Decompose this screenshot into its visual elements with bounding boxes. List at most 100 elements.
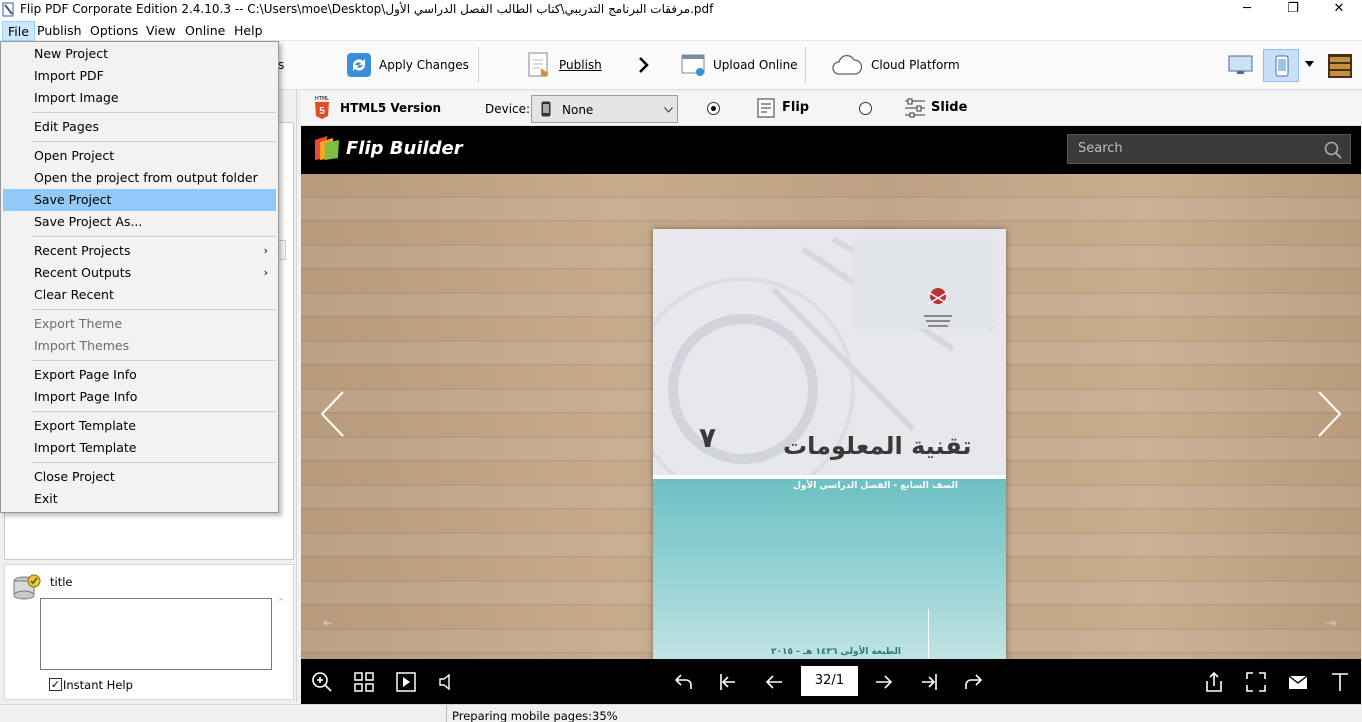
- fullscreen-icon[interactable]: [1245, 671, 1267, 693]
- device-label: Device:: [485, 102, 531, 116]
- menu-separator: [32, 309, 276, 310]
- flip-radio[interactable]: [707, 102, 720, 115]
- menu-item-export-theme: Export Theme: [3, 313, 276, 335]
- upload-online-label: Upload Online: [713, 58, 798, 72]
- menu-publish[interactable]: Publish: [32, 21, 87, 41]
- apply-changes-button[interactable]: Apply Changes: [347, 50, 469, 80]
- menu-item-label: Import Template: [34, 440, 137, 455]
- html5-bar: HTML 5 HTML5 Version Device: None Flip S…: [301, 92, 1362, 126]
- help-title: title: [50, 575, 73, 589]
- thumbnails-icon[interactable]: [353, 671, 375, 693]
- menu-item-save-project[interactable]: Save Project: [3, 189, 276, 211]
- search-icon[interactable]: [1324, 141, 1342, 159]
- instant-help-checkbox[interactable]: ✓: [49, 678, 62, 691]
- autoplay-icon[interactable]: [395, 671, 417, 693]
- status-bar: Preparing mobile pages:35%: [0, 704, 1362, 722]
- menu-online[interactable]: Online: [180, 21, 230, 41]
- page-number-input[interactable]: 32/1: [801, 666, 858, 696]
- menu-item-export-template[interactable]: Export Template: [3, 415, 276, 437]
- cloud-platform-button[interactable]: Cloud Platform: [831, 50, 960, 80]
- menu-item-label: Import Image: [34, 90, 119, 105]
- undo-icon[interactable]: [673, 671, 695, 693]
- phone-icon: [1275, 55, 1289, 77]
- next-page-icon[interactable]: [873, 671, 895, 693]
- menu-item-label: Open the project from output folder: [34, 170, 258, 185]
- slide-radio[interactable]: [859, 102, 872, 115]
- menu-item-edit-pages[interactable]: Edit Pages: [3, 116, 276, 138]
- menu-separator: [32, 236, 276, 237]
- menu-file[interactable]: File: [2, 21, 35, 41]
- book-stage: ⇤ ⇥ ٧ تقنية المعلومات الصف السابع - الفص…: [301, 174, 1361, 696]
- cloud-platform-label: Cloud Platform: [871, 58, 960, 72]
- menu-separator: [32, 462, 276, 463]
- last-page-icon[interactable]: [918, 671, 940, 693]
- maximize-button[interactable]: ❐: [1270, 0, 1316, 20]
- desktop-view-icon[interactable]: [1228, 54, 1253, 76]
- help-textarea[interactable]: [40, 598, 272, 670]
- next-page-arrow-icon[interactable]: [1315, 390, 1343, 438]
- upload-online-button[interactable]: Upload Online: [681, 50, 798, 80]
- mobile-view-toggle[interactable]: [1263, 49, 1299, 82]
- menu-item-label: Open Project: [34, 148, 115, 163]
- menu-help[interactable]: Help: [229, 21, 268, 41]
- menu-item-exit[interactable]: Exit: [3, 488, 276, 510]
- menu-item-recent-projects[interactable]: Recent Projects ›: [3, 240, 276, 262]
- menu-item-close-project[interactable]: Close Project: [3, 466, 276, 488]
- instant-help-label: Instant Help: [63, 678, 133, 692]
- last-page-hint-icon: ⇥: [1326, 616, 1337, 630]
- minimize-button[interactable]: ─: [1224, 0, 1270, 20]
- menu-item-new-project[interactable]: New Project: [3, 43, 276, 65]
- publish-button[interactable]: Publish: [527, 50, 602, 80]
- redo-icon[interactable]: [962, 671, 984, 693]
- menu-options[interactable]: Options: [85, 21, 143, 41]
- chevron-right-icon: [639, 57, 649, 73]
- menu-item-save-project-as[interactable]: Save Project As...: [3, 211, 276, 233]
- menu-separator: [32, 112, 276, 113]
- device-select[interactable]: None: [531, 95, 678, 123]
- share-icon[interactable]: [1203, 671, 1225, 693]
- cover-subtitle: الصف السابع - الفصل الدراسي الأول: [793, 481, 958, 491]
- menu-view[interactable]: View: [141, 21, 181, 41]
- settings-field-edge[interactable]: [278, 240, 286, 260]
- menu-item-import-page-info[interactable]: Import Page Info: [3, 386, 276, 408]
- menu-item-open-project[interactable]: Open Project: [3, 145, 276, 167]
- viewer-search-box[interactable]: Search: [1067, 134, 1351, 164]
- html5-icon: 5: [315, 102, 329, 119]
- menu-bar: File Publish Options View Online Help: [0, 20, 1362, 41]
- sound-icon[interactable]: [437, 671, 459, 693]
- publish-icon: [528, 52, 549, 77]
- bookcase-icon[interactable]: [1328, 54, 1352, 78]
- menu-item-label: Save Project: [34, 192, 112, 207]
- menu-item-open-the-project-from-output-folder[interactable]: Open the project from output folder: [3, 167, 276, 189]
- previous-page-icon[interactable]: [763, 671, 785, 693]
- menu-item-label: Edit Pages: [34, 119, 99, 134]
- dropdown-arrow-icon[interactable]: [1305, 61, 1314, 67]
- menu-item-clear-recent[interactable]: Clear Recent: [3, 284, 276, 306]
- submenu-arrow-icon: ›: [263, 266, 268, 279]
- cloud-icon: [832, 54, 863, 75]
- help-scrollbar[interactable]: ⌃: [274, 598, 288, 670]
- zoom-in-icon[interactable]: [311, 671, 333, 693]
- prev-page-arrow-icon[interactable]: [319, 390, 347, 438]
- menu-item-export-page-info[interactable]: Export Page Info: [3, 364, 276, 386]
- close-button[interactable]: ✕: [1316, 0, 1362, 20]
- first-page-icon[interactable]: [717, 671, 739, 693]
- book-cover[interactable]: ٧ تقنية المعلومات الصف السابع - الفصل ال…: [653, 229, 1006, 696]
- menu-item-recent-outputs[interactable]: Recent Outputs ›: [3, 262, 276, 284]
- search-placeholder: Search: [1078, 141, 1123, 156]
- menu-item-import-pdf[interactable]: Import PDF: [3, 65, 276, 87]
- cover-title: تقنية المعلومات: [783, 432, 972, 460]
- menu-item-label: Export Page Info: [34, 367, 137, 382]
- flip-mode-icon: [757, 98, 775, 118]
- email-icon[interactable]: [1287, 671, 1309, 693]
- menu-item-label: New Project: [34, 46, 109, 61]
- menu-item-import-template[interactable]: Import Template: [3, 437, 276, 459]
- menu-item-import-image[interactable]: Import Image: [3, 87, 276, 109]
- emblem-icon: [924, 288, 952, 327]
- menu-item-label: Save Project As...: [34, 214, 143, 229]
- database-check-icon: [13, 574, 41, 600]
- menu-item-label: Recent Projects: [34, 243, 131, 258]
- text-icon[interactable]: [1329, 671, 1351, 693]
- toolbar-divider: [478, 47, 479, 83]
- menu-separator: [32, 360, 276, 361]
